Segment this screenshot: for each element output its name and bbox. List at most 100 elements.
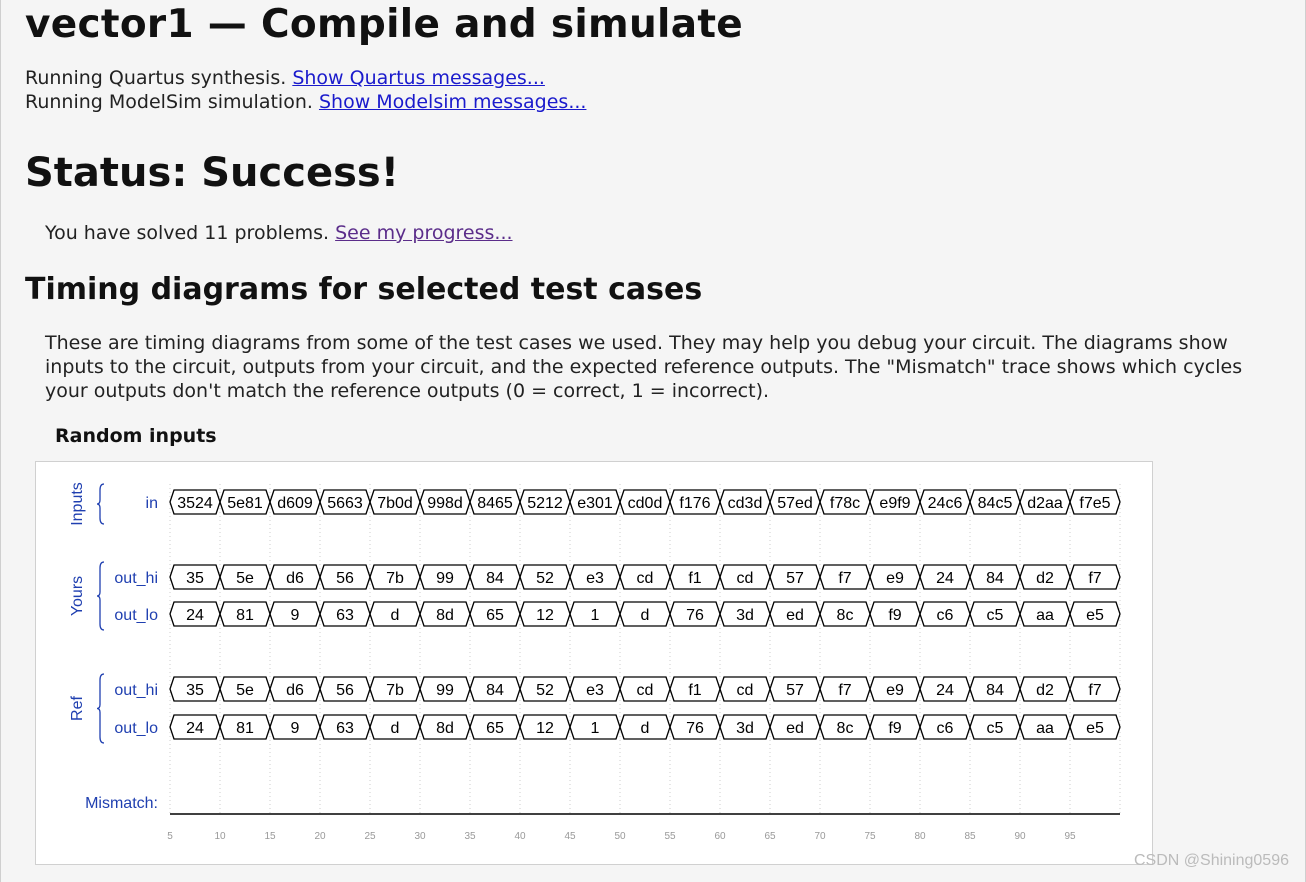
yours-out-lo-value: 12 (536, 607, 554, 624)
yours-out-lo-value: 1 (591, 607, 600, 624)
see-progress-link[interactable]: See my progress... (335, 222, 512, 244)
yours-out-lo-value: 9 (291, 607, 300, 624)
time-tick-label: 20 (314, 831, 326, 842)
yours-out-lo-value: ed (786, 607, 804, 624)
timing-description: These are timing diagrams from some of t… (45, 332, 1243, 402)
ref-out-lo-value: 24 (186, 720, 204, 737)
ref-out-hi-value: 35 (186, 682, 204, 699)
time-tick-label: 40 (514, 831, 526, 842)
ref-out-lo-value: f9 (888, 720, 901, 737)
ref-out-lo-value: c5 (987, 720, 1004, 737)
in-value: d2aa (1027, 495, 1063, 512)
group-brace (96, 673, 105, 744)
in-value: f78c (830, 495, 860, 512)
testcase-heading: Random inputs (55, 425, 217, 447)
ref-out-lo-value: d (391, 720, 400, 737)
ref-out-lo-value: 8c (837, 720, 854, 737)
time-tick-label: 30 (414, 831, 426, 842)
status-heading: Status: Success! (25, 150, 399, 196)
ref-out-hi-value: 5e (236, 682, 254, 699)
time-tick-label: 70 (814, 831, 826, 842)
ref-out-lo-value: e5 (1086, 720, 1104, 737)
yours-out-lo-value: d (391, 607, 400, 624)
time-tick-label: 75 (864, 831, 876, 842)
ref-out-hi-value: d2 (1036, 682, 1054, 699)
ref-out-hi-value: 52 (536, 682, 554, 699)
progress-line: You have solved 11 problems. See my prog… (45, 222, 513, 244)
yours-out-lo-value: f9 (888, 607, 901, 624)
yours-out-hi-value: 52 (536, 570, 554, 587)
in-value: 5212 (527, 495, 563, 512)
yours-out-hi-value: 56 (336, 570, 354, 587)
ref-out-hi-value: f7 (1088, 682, 1101, 699)
in-value: 84c5 (978, 495, 1013, 512)
in-value: cd3d (728, 495, 763, 512)
time-tick-label: 90 (1014, 831, 1026, 842)
yours-out-hi-value: e9 (886, 570, 904, 587)
ref-out-lo-value: d (641, 720, 650, 737)
time-tick-label: 95 (1064, 831, 1076, 842)
in-value: 7b0d (377, 495, 413, 512)
yours-out-lo-value: d (641, 607, 650, 624)
yours-out-hi-value: 57 (786, 570, 804, 587)
yours-out-lo-value: 3d (736, 607, 754, 624)
ref-out-hi-value: 56 (336, 682, 354, 699)
ref-out-lo-value: aa (1036, 720, 1054, 737)
yours-out-hi-value: 5e (236, 570, 254, 587)
in-value: 5e81 (227, 495, 263, 512)
ref-out-hi-value: 84 (986, 682, 1004, 699)
ref-out-hi-value: e3 (586, 682, 604, 699)
yours-out-lo-value: e5 (1086, 607, 1104, 624)
timing-diagrams-heading: Timing diagrams for selected test cases (25, 272, 703, 307)
group-brace (96, 483, 105, 525)
group-label-inputs: Inputs (69, 482, 86, 526)
ref-out-lo-value: c6 (937, 720, 954, 737)
yours-out-hi-value: cd (637, 570, 654, 587)
time-tick-label: 35 (464, 831, 476, 842)
ref-out-lo-value: 65 (486, 720, 504, 737)
progress-text: You have solved 11 problems. (45, 222, 330, 244)
yours-out-hi-value: e3 (586, 570, 604, 587)
yours-out-hi-value: f1 (688, 570, 701, 587)
yours-out-lo-value: c5 (987, 607, 1004, 624)
group-label-ref: Ref (69, 696, 86, 721)
yours-out-lo-value: 8c (837, 607, 854, 624)
in-value: f176 (679, 495, 710, 512)
timing-diagram: in 3524 5e81 d609 5663 7b0d 998d 8465 5212 e301 cd… (35, 461, 1153, 865)
yours-out-hi-value: d6 (286, 570, 304, 587)
ref-out-lo-value: 8d (436, 720, 454, 737)
quartus-status-text: Running Quartus synthesis. (25, 67, 287, 89)
yours-out-hi-value: 7b (386, 570, 404, 587)
in-value: d609 (277, 495, 313, 512)
ref-out-lo-value: 63 (336, 720, 354, 737)
yours-out-hi-signal-label: out_hi (114, 570, 158, 587)
modelsim-status-text: Running ModelSim simulation. (25, 91, 313, 113)
time-tick-label: 60 (714, 831, 726, 842)
in-signal-label: in (146, 495, 158, 512)
yours-out-hi-value: f7 (838, 570, 851, 587)
quartus-status-line: Running Quartus synthesis. Show Quartus … (25, 67, 545, 89)
time-tick-label: 10 (214, 831, 226, 842)
in-value: 998d (427, 495, 463, 512)
time-tick-label: 65 (764, 831, 776, 842)
waveform-svg: in 3524 5e81 d609 5663 7b0d 998d 8465 5212 e301 cd… (69, 482, 1121, 842)
ref-out-hi-value: 24 (936, 682, 954, 699)
ref-out-lo-value: 76 (686, 720, 704, 737)
show-quartus-messages-link[interactable]: Show Quartus messages... (292, 67, 545, 89)
yours-out-hi-value: 35 (186, 570, 204, 587)
in-value: e301 (577, 495, 613, 512)
ref-out-hi-value: 84 (486, 682, 504, 699)
yours-out-lo-value: 65 (486, 607, 504, 624)
modelsim-status-line: Running ModelSim simulation. Show Models… (25, 91, 586, 113)
in-value: f7e5 (1079, 495, 1110, 512)
ref-out-lo-value: 81 (236, 720, 254, 737)
time-tick-label: 50 (614, 831, 626, 842)
yours-out-hi-value: 99 (436, 570, 454, 587)
yours-out-hi-value: 84 (486, 570, 504, 587)
yours-out-hi-value: cd (737, 570, 754, 587)
ref-out-lo-value: 1 (591, 720, 600, 737)
yours-out-lo-value: 24 (186, 607, 204, 624)
show-modelsim-messages-link[interactable]: Show Modelsim messages... (319, 91, 586, 113)
ref-out-hi-value: cd (737, 682, 754, 699)
time-tick-label: 80 (914, 831, 926, 842)
